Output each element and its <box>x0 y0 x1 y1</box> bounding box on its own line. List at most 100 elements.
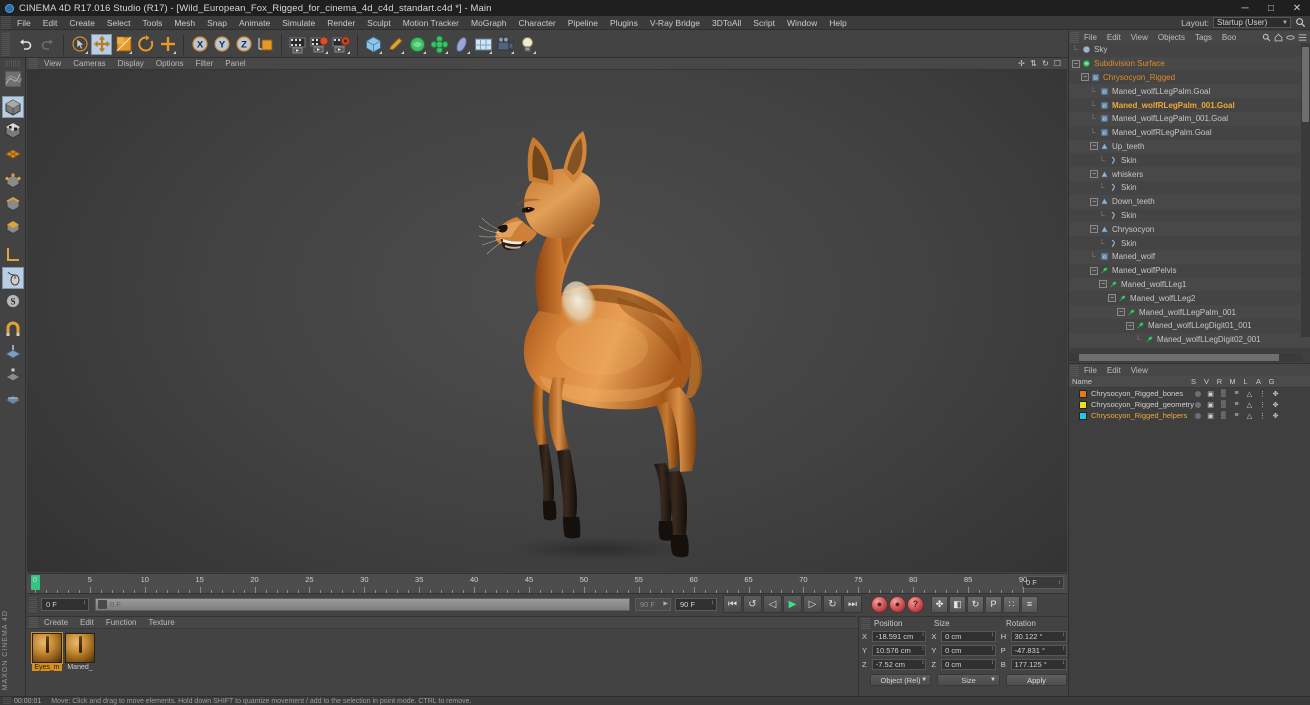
texture-axis-icon[interactable] <box>2 68 24 90</box>
size-x-input[interactable]: 0 cm ↕ <box>941 630 996 642</box>
scale-key-toggle[interactable]: ◧ <box>949 595 966 613</box>
object-menu-tags[interactable]: Tags <box>1190 33 1217 42</box>
keyframe-selection-button[interactable]: ? <box>907 595 924 613</box>
layer-row[interactable]: Chrysocyon_Rigged_helpers ▣ ▒ ≡ △ ⋮ ✥ <box>1069 410 1310 421</box>
workplane-icon[interactable] <box>2 341 24 363</box>
layer-row[interactable]: Chrysocyon_Rigged_bones ▣ ▒ ≡ △ ⋮ ✥ <box>1069 388 1310 399</box>
polygon-mode-icon[interactable] <box>2 216 24 238</box>
expand-collapse-icon[interactable]: − <box>1117 308 1125 317</box>
layer-toggle-M[interactable]: ≡ <box>1230 412 1243 419</box>
autokeying-button[interactable]: ● <box>889 595 906 613</box>
menu-item-tools[interactable]: Tools <box>137 16 169 30</box>
play-backwards-loop-button[interactable]: ↺ <box>743 595 762 613</box>
layer-toggle-L[interactable]: △ <box>1243 412 1256 420</box>
edge-mode-icon[interactable] <box>2 193 24 215</box>
preview-min-field[interactable]: 90 F ▶ <box>635 597 671 611</box>
undo-button[interactable] <box>15 34 36 55</box>
menu-item-motion-tracker[interactable]: Motion Tracker <box>397 16 465 30</box>
redo-button[interactable] <box>37 34 58 55</box>
parameter-key-toggle[interactable]: P <box>985 595 1002 613</box>
timeline-ruler[interactable]: 0 F ↕ 0 5 10 15 20 25 30 35 40 45 50 55 60 65 70 75 80 85… <box>27 574 1067 593</box>
viewport-3d[interactable] <box>27 70 1067 572</box>
viewport-grip[interactable] <box>29 57 38 70</box>
menu-item-v-ray-bridge[interactable]: V-Ray Bridge <box>644 16 706 30</box>
layer-menu-view[interactable]: View <box>1126 366 1153 375</box>
menu-item-pipeline[interactable]: Pipeline <box>562 16 604 30</box>
menu-item-3dtoall[interactable]: 3DToAll <box>706 16 747 30</box>
layer-toggle-A[interactable]: ⋮ <box>1256 401 1269 409</box>
object-menu-file[interactable]: File <box>1079 33 1102 42</box>
rotation-p-input[interactable]: -47.831 ° ↕ <box>1010 644 1068 656</box>
timeline-scrubber[interactable]: 0 F <box>95 597 630 611</box>
home-icon[interactable] <box>1274 33 1283 42</box>
maximize-view-icon[interactable]: ☐ <box>1053 59 1062 68</box>
menu-item-animate[interactable]: Animate <box>233 16 276 30</box>
spinner-icon[interactable]: ↕ <box>1062 646 1065 652</box>
render-view-button[interactable] <box>287 34 308 55</box>
coordinates-grip[interactable] <box>861 617 870 629</box>
object-tree-row[interactable]: └ 0 Maned_wolfRLegPalm_001.Goal <box>1069 98 1310 112</box>
viewport-menu-view[interactable]: View <box>38 59 67 68</box>
loop-button[interactable]: ↻ <box>823 595 842 613</box>
menu-item-mesh[interactable]: Mesh <box>168 16 201 30</box>
layer-toggle-L[interactable]: △ <box>1243 401 1256 409</box>
viewport-menu-display[interactable]: Display <box>112 59 150 68</box>
layer-manager-grip[interactable] <box>1070 364 1079 376</box>
object-tree-hscrollbar[interactable] <box>1069 353 1302 362</box>
apply-button[interactable]: Apply <box>1006 674 1068 686</box>
object-tree-row[interactable]: − Up_teeth <box>1069 139 1310 154</box>
scale-tool-button[interactable] <box>113 34 134 55</box>
go-to-end-button[interactable]: ⏭ <box>843 595 862 613</box>
deformer-button[interactable] <box>451 34 472 55</box>
link-icon[interactable] <box>1286 33 1295 42</box>
menu-item-sculpt[interactable]: Sculpt <box>361 16 397 30</box>
timeline-ruler-panel[interactable]: 0 F ↕ 0 5 10 15 20 25 30 35 40 45 50 55 60 65 70 75 80 85… <box>27 573 1067 593</box>
previous-frame-button[interactable]: ◁ <box>763 595 782 613</box>
rotate-tool-button[interactable] <box>135 34 156 55</box>
minimize-button[interactable]: ─ <box>1232 0 1258 16</box>
object-menu-view[interactable]: View <box>1126 33 1153 42</box>
object-tree-row[interactable]: − Maned_wolfLLeg1 <box>1069 277 1310 292</box>
preview-min-arrow-icon[interactable]: ▶ <box>663 600 668 607</box>
object-tree-row[interactable]: − Maned_wolfPelvis <box>1069 263 1310 278</box>
expand-collapse-icon[interactable]: − <box>1126 321 1134 330</box>
menu-item-help[interactable]: Help <box>823 16 852 30</box>
spinner-icon[interactable]: ↕ <box>921 646 924 652</box>
material-preview-icon[interactable] <box>31 632 63 664</box>
menu-item-file[interactable]: File <box>11 16 37 30</box>
planar-workplane-icon[interactable] <box>2 387 24 409</box>
layer-color-swatch[interactable] <box>1079 400 1087 409</box>
toolbar-grip[interactable] <box>2 32 10 56</box>
object-tree-row[interactable]: └ Skin <box>1069 153 1310 168</box>
light-button[interactable] <box>517 34 538 55</box>
spinner-icon[interactable]: ↕ <box>1062 632 1065 638</box>
expand-collapse-icon[interactable]: − <box>1081 73 1089 82</box>
snap-icon[interactable] <box>2 318 24 340</box>
material-preview-icon[interactable] <box>65 633 95 663</box>
live-selection-tool-button[interactable] <box>69 34 90 55</box>
object-tree-row[interactable]: −0 Chrysocyon_Rigged <box>1069 70 1310 85</box>
lock-z-axis-button[interactable]: Z <box>233 34 254 55</box>
go-to-start-button[interactable]: ⏮ <box>723 595 742 613</box>
move-view-icon[interactable]: ✢ <box>1017 59 1026 68</box>
scale-view-icon[interactable]: ⇅ <box>1029 59 1038 68</box>
expand-collapse-icon[interactable]: − <box>1090 197 1098 206</box>
layer-toggle-R[interactable]: ▒ <box>1217 412 1230 419</box>
left-palette-grip[interactable] <box>4 60 21 67</box>
camera-button[interactable] <box>495 34 516 55</box>
object-tree-vscroll-thumb[interactable] <box>1302 47 1309 122</box>
viewport-menu-cameras[interactable]: Cameras <box>67 59 111 68</box>
expand-collapse-icon[interactable]: − <box>1072 59 1080 68</box>
layer-toggle-A[interactable]: ⋮ <box>1256 412 1269 420</box>
coordinate-mode-dropdown[interactable]: Object (Rel) ▼ <box>870 674 932 686</box>
spline-pen-button[interactable] <box>385 34 406 55</box>
spinner-icon[interactable]: ↕ <box>991 660 994 666</box>
lock-y-axis-button[interactable]: Y <box>211 34 232 55</box>
material-grip[interactable] <box>29 616 38 629</box>
spinner-icon[interactable]: ↕ <box>1062 660 1065 666</box>
layer-toggle-R[interactable]: ▒ <box>1217 401 1230 408</box>
material-swatch[interactable]: Maned_ <box>65 633 95 671</box>
expand-collapse-icon[interactable]: − <box>1090 170 1098 179</box>
menu-item-edit[interactable]: Edit <box>37 16 64 30</box>
menu-item-snap[interactable]: Snap <box>201 16 233 30</box>
